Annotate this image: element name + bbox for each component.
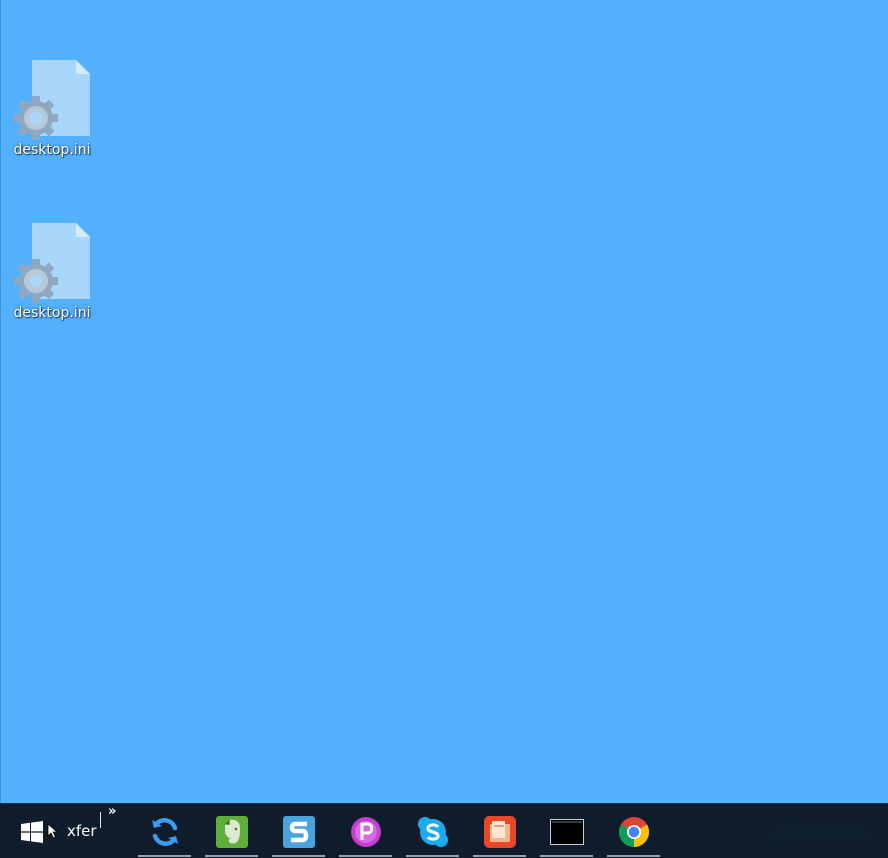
running-indicator bbox=[339, 855, 392, 857]
start-button[interactable] bbox=[12, 814, 52, 850]
running-indicator bbox=[406, 855, 459, 857]
picpick-icon bbox=[350, 816, 381, 847]
terminal-icon bbox=[549, 818, 584, 845]
taskbar-app-sync[interactable] bbox=[137, 804, 192, 858]
evernote-icon bbox=[215, 815, 248, 848]
windows-logo-icon bbox=[21, 821, 43, 843]
running-indicator bbox=[272, 855, 325, 857]
double-chevron-right-icon[interactable]: » bbox=[108, 804, 117, 819]
desktop-icon-label: desktop.ini bbox=[13, 305, 91, 321]
toolbar-xfer-label[interactable]: xfer bbox=[67, 822, 97, 840]
taskbar-app-skype[interactable] bbox=[405, 804, 460, 858]
taskbar-app-evernote[interactable] bbox=[204, 804, 259, 858]
taskbar-app-terminal[interactable] bbox=[539, 804, 594, 858]
system-tray bbox=[770, 826, 870, 842]
mouse-pointer-icon bbox=[47, 823, 59, 839]
desktop-icon-desktop-ini-1[interactable]: desktop.ini bbox=[4, 58, 100, 178]
desktop[interactable]: desktop.ini desktop.ini bbox=[0, 0, 888, 803]
taskbar: xfer » bbox=[0, 803, 888, 858]
settings-file-icon bbox=[12, 221, 92, 303]
running-indicator bbox=[540, 855, 593, 857]
taskbar-app-picpick[interactable] bbox=[338, 804, 393, 858]
running-indicator bbox=[607, 855, 660, 857]
desktop-icon-desktop-ini-2[interactable]: desktop.ini bbox=[4, 221, 100, 341]
chrome-icon bbox=[618, 816, 649, 847]
taskbar-app-chrome[interactable] bbox=[606, 804, 661, 858]
running-indicator bbox=[205, 855, 258, 857]
settings-file-icon bbox=[12, 58, 92, 140]
sync-icon bbox=[151, 817, 178, 846]
slides-icon bbox=[483, 815, 516, 848]
taskbar-app-slides[interactable] bbox=[472, 804, 527, 858]
desktop-icon-label: desktop.ini bbox=[13, 142, 91, 158]
running-indicator bbox=[138, 855, 191, 857]
snagit-icon bbox=[282, 815, 315, 848]
skype-icon bbox=[417, 816, 448, 847]
taskbar-app-snagit[interactable] bbox=[271, 804, 326, 858]
running-indicator bbox=[473, 855, 526, 857]
toolbar-separator bbox=[100, 812, 101, 828]
